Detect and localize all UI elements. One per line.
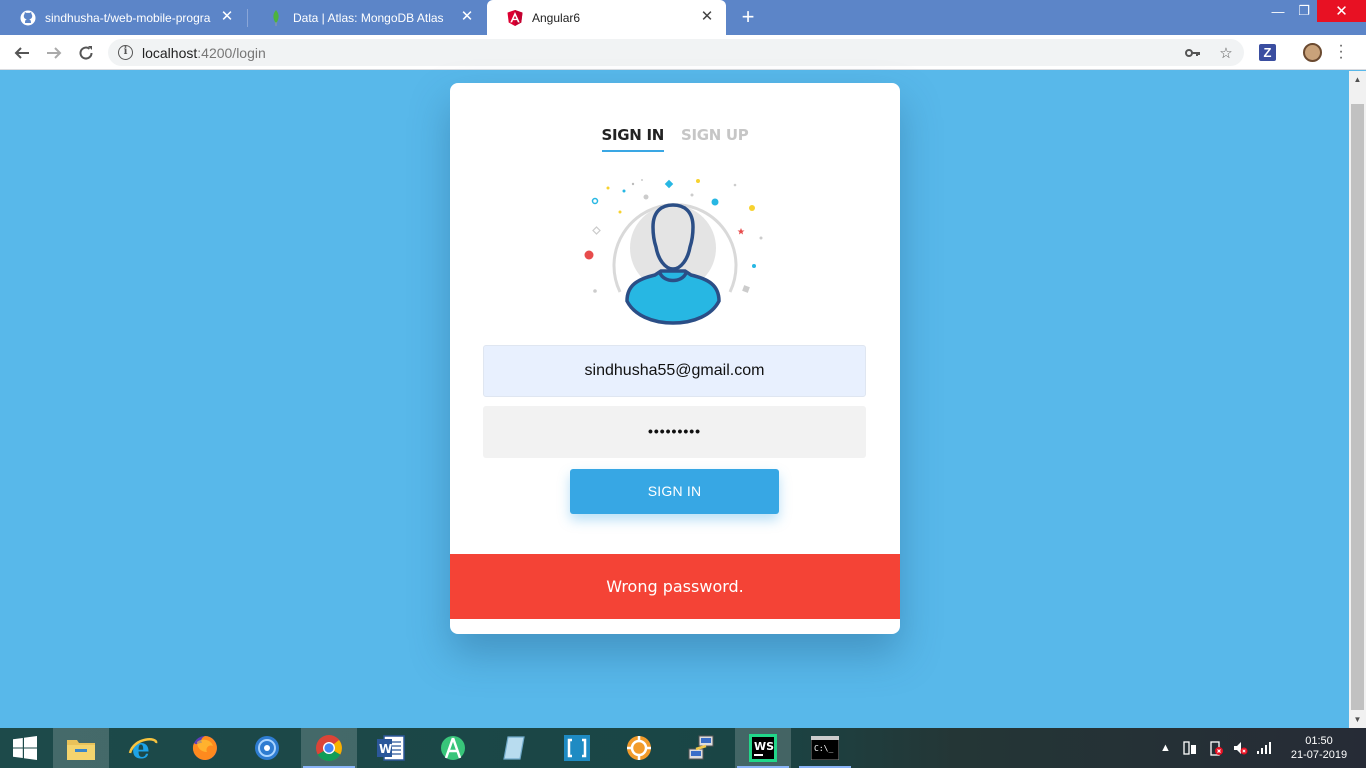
system-clock[interactable]: 01:50 21-07-2019 bbox=[1284, 734, 1354, 762]
angular-icon bbox=[507, 9, 523, 26]
svg-text:C:\_: C:\_ bbox=[814, 744, 833, 753]
scroll-up-arrow-icon[interactable]: ▲ bbox=[1349, 71, 1366, 88]
password-field[interactable]: ••••••••• bbox=[483, 406, 866, 458]
svg-text:WS: WS bbox=[754, 740, 774, 753]
reload-icon bbox=[79, 46, 93, 60]
auth-tabs: SIGN IN SIGN UP bbox=[450, 126, 900, 152]
clock-time: 01:50 bbox=[1305, 735, 1333, 747]
windows-taskbar: e W WS C:\_ ▲ 01:50 21-07-2019 bbox=[0, 728, 1366, 768]
browser-tabstrip: sindhusha-t/web-mobile-progra ✕ Data | A… bbox=[0, 0, 1366, 35]
browser-tab-angular[interactable]: Angular6 ✕ bbox=[487, 0, 726, 35]
tab-title: sindhusha-t/web-mobile-progra bbox=[45, 10, 211, 25]
device-icon[interactable] bbox=[1182, 728, 1198, 768]
mongodb-leaf-icon bbox=[268, 9, 284, 26]
battery-alert-icon[interactable] bbox=[1208, 728, 1224, 768]
login-card: SIGN IN SIGN UP sindhusha55@gmail.com ••… bbox=[450, 83, 900, 634]
browser-toolbar: i localhost:4200/login ☆ Z · · · bbox=[0, 35, 1366, 70]
star-icon[interactable]: ☆ bbox=[1217, 44, 1235, 62]
firefox-icon[interactable] bbox=[177, 728, 233, 768]
sign-in-button[interactable]: SIGN IN bbox=[570, 469, 779, 514]
forward-button[interactable] bbox=[42, 41, 66, 65]
tab-title: Data | Atlas: MongoDB Atlas bbox=[293, 10, 444, 25]
svg-text:W: W bbox=[379, 742, 392, 756]
error-message: Wrong password. bbox=[450, 554, 900, 619]
chrome-menu-icon[interactable]: · · · bbox=[1336, 38, 1346, 66]
minimize-button[interactable]: — bbox=[1265, 0, 1291, 22]
back-arrow-icon bbox=[14, 47, 29, 59]
reload-button[interactable] bbox=[74, 41, 98, 65]
user-icon bbox=[584, 179, 763, 325]
network-app-icon[interactable] bbox=[673, 728, 729, 768]
scroll-thumb[interactable] bbox=[1351, 104, 1364, 710]
chrome-icon[interactable] bbox=[301, 728, 357, 768]
android-studio-icon[interactable] bbox=[425, 728, 481, 768]
browser-tab-mongodb[interactable]: Data | Atlas: MongoDB Atlas ✕ bbox=[248, 0, 486, 35]
forward-arrow-icon bbox=[47, 47, 62, 59]
internet-explorer-icon[interactable]: e bbox=[115, 728, 171, 768]
webstorm-icon[interactable]: WS bbox=[735, 728, 791, 768]
window-close-button[interactable]: ✕ bbox=[1317, 0, 1366, 22]
tab-title: Angular6 bbox=[532, 10, 581, 25]
windows-start-button[interactable] bbox=[0, 728, 50, 768]
windows-logo-icon bbox=[13, 736, 37, 760]
tab-sign-up[interactable]: SIGN UP bbox=[681, 126, 749, 150]
page-scrollbar[interactable]: ▲ ▼ bbox=[1349, 71, 1366, 728]
address-bar[interactable]: i localhost:4200/login ☆ bbox=[108, 39, 1244, 66]
bracket-app-icon[interactable] bbox=[549, 728, 605, 768]
browser-tab-github[interactable]: sindhusha-t/web-mobile-progra ✕ bbox=[0, 0, 246, 35]
file-explorer-icon[interactable] bbox=[53, 728, 109, 768]
back-button[interactable] bbox=[10, 41, 34, 65]
tray-overflow-icon[interactable]: ▲ bbox=[1160, 728, 1171, 768]
notepad-icon[interactable] bbox=[487, 728, 543, 768]
scroll-down-arrow-icon[interactable]: ▼ bbox=[1349, 711, 1366, 728]
clock-date: 21-07-2019 bbox=[1290, 749, 1348, 761]
profile-avatar[interactable] bbox=[1303, 43, 1322, 62]
network-signal-icon[interactable] bbox=[1256, 728, 1272, 768]
user-avatar-illustration bbox=[580, 175, 770, 335]
word-icon[interactable]: W bbox=[363, 728, 419, 768]
zotero-extension-icon[interactable]: Z bbox=[1259, 44, 1276, 61]
key-icon[interactable] bbox=[1184, 44, 1202, 62]
svg-text:e: e bbox=[132, 733, 150, 763]
close-icon[interactable]: ✕ bbox=[460, 9, 474, 24]
settings-app-icon[interactable] bbox=[611, 728, 667, 768]
new-tab-button[interactable]: + bbox=[737, 6, 759, 28]
url-host: localhost bbox=[142, 45, 198, 61]
tab-sign-in[interactable]: SIGN IN bbox=[601, 126, 664, 152]
close-icon[interactable]: ✕ bbox=[220, 9, 234, 24]
email-field[interactable]: sindhusha55@gmail.com bbox=[483, 345, 866, 397]
close-icon[interactable]: ✕ bbox=[700, 9, 714, 24]
volume-muted-icon[interactable] bbox=[1232, 728, 1248, 768]
restore-button[interactable]: ❐ bbox=[1291, 0, 1317, 22]
app-icon[interactable] bbox=[239, 728, 295, 768]
url-text: localhost:4200/login bbox=[142, 45, 266, 61]
url-path: :4200/login bbox=[197, 45, 266, 61]
cmd-icon[interactable]: C:\_ bbox=[797, 728, 853, 768]
info-icon[interactable]: i bbox=[118, 45, 133, 60]
github-icon bbox=[20, 10, 36, 26]
